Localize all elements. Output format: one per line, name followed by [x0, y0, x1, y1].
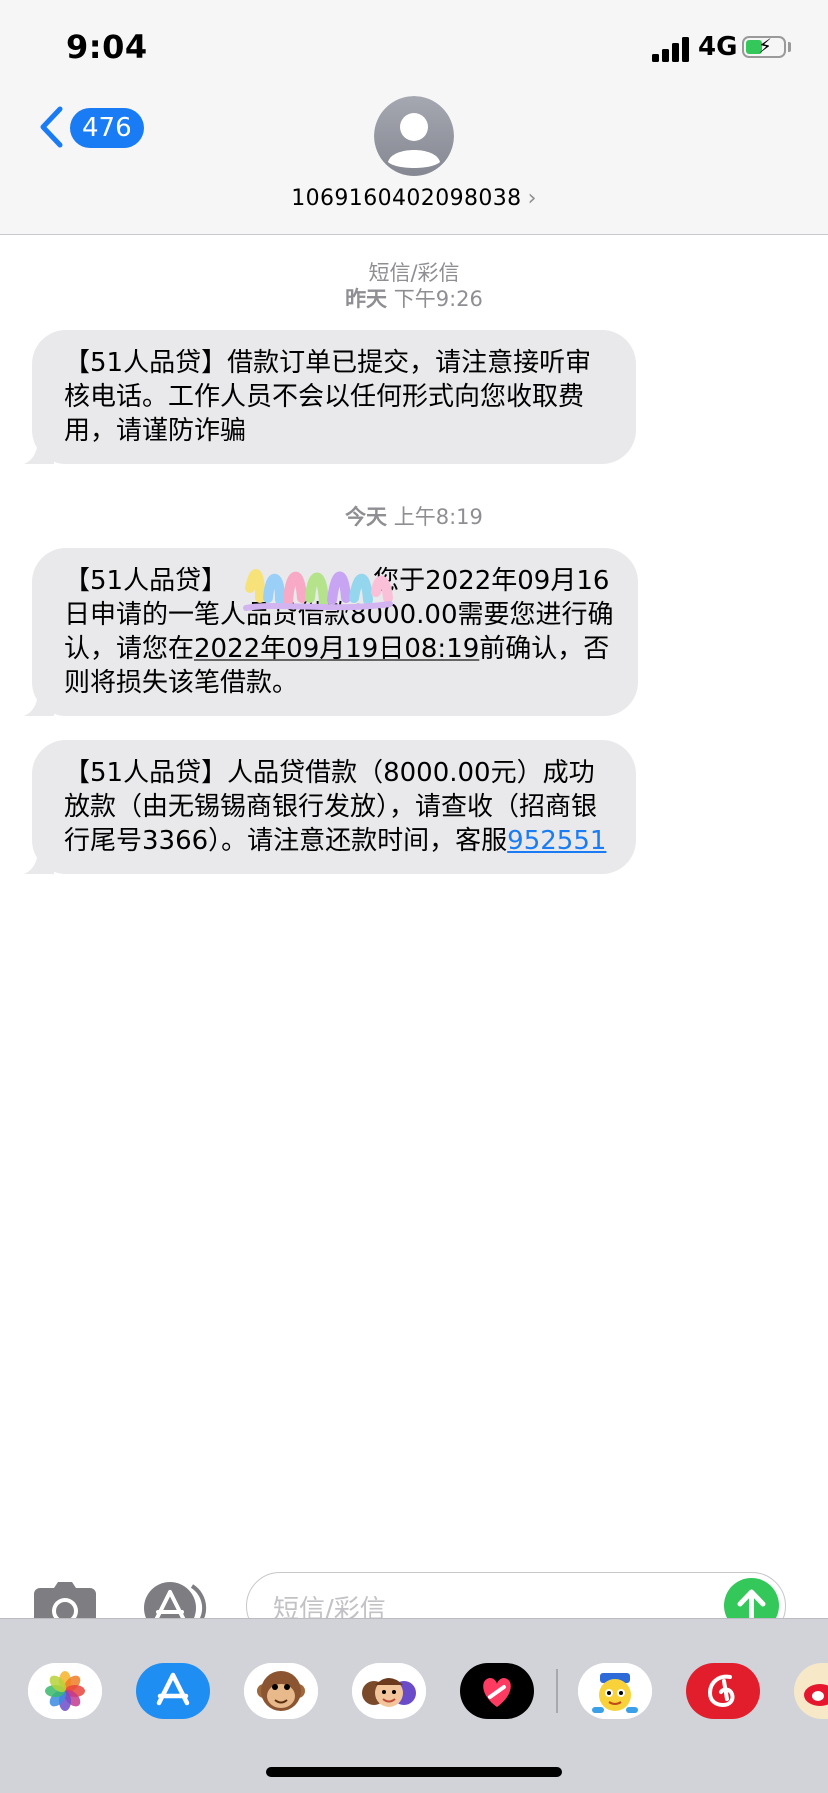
- battery-icon: ⚡: [742, 34, 786, 58]
- photos-app[interactable]: [28, 1663, 102, 1719]
- phone-link[interactable]: 952551: [507, 826, 606, 856]
- app-store-icon: [156, 1672, 190, 1706]
- message-text: 【51人品贷】人品贷借款（8000.00元）成功放款（由无锡锡商银行发放），请查…: [32, 740, 636, 874]
- photos-icon: [28, 1663, 102, 1719]
- unread-count-badge: 476: [70, 108, 144, 148]
- timestamp-yesterday: 昨天 下午9:26: [345, 287, 483, 311]
- message-bubble[interactable]: 【51人品贷】人品贷借款（8000.00元）成功放款（由无锡锡商银行发放），请查…: [24, 740, 636, 874]
- redaction-scribble: [243, 569, 393, 611]
- contact-name[interactable]: 1069160402098038 ›: [0, 186, 828, 211]
- netease-music-app[interactable]: [686, 1663, 760, 1719]
- deadline-date[interactable]: 2022年09月19日08:19: [194, 634, 479, 664]
- memoji-stickers-app[interactable]: [352, 1663, 426, 1719]
- chevron-left-icon: [40, 106, 63, 148]
- contact-avatar[interactable]: [374, 96, 454, 176]
- message-bubble[interactable]: 【51人品贷】 您于2022年09月16日申请的一笔人品贷借款8000.00需要您…: [24, 548, 638, 716]
- weibo-icon: [804, 1684, 828, 1706]
- app-store-app[interactable]: [136, 1663, 210, 1719]
- drawer-divider: [556, 1669, 558, 1713]
- memoji-stickers-icon: [352, 1663, 426, 1719]
- back-button[interactable]: 476: [38, 104, 144, 150]
- message-text: 【51人品贷】借款订单已提交，请注意接听审核电话。工作人员不会以任何形式向您收取…: [32, 330, 636, 464]
- cartoon-sticker-icon: [578, 1663, 652, 1719]
- timestamp-today: 今天 上午8:19: [345, 505, 483, 529]
- network-type: 4G: [698, 32, 738, 62]
- battery-nub: [788, 42, 791, 52]
- monkey-memoji-icon: [244, 1663, 318, 1719]
- weibo-app[interactable]: [794, 1663, 828, 1719]
- cellular-signal-icon: [652, 36, 692, 62]
- conversation-header: 9:04 4G ⚡ 476 1069160402098038 ›: [0, 0, 828, 235]
- netease-music-icon: [707, 1674, 735, 1708]
- digital-touch-app[interactable]: [460, 1663, 534, 1719]
- home-indicator[interactable]: [266, 1767, 562, 1777]
- animoji-app[interactable]: [244, 1663, 318, 1719]
- person-icon: [374, 96, 454, 176]
- status-time: 9:04: [66, 28, 148, 66]
- message-type-label: 短信/彩信: [368, 261, 460, 285]
- message-bubble[interactable]: 【51人品贷】借款订单已提交，请注意接听审核电话。工作人员不会以任何形式向您收取…: [24, 330, 636, 464]
- digital-touch-icon: [483, 1678, 511, 1707]
- app-drawer: [0, 1618, 828, 1793]
- sticker-app[interactable]: [578, 1663, 652, 1719]
- chevron-right-icon: ›: [527, 186, 537, 211]
